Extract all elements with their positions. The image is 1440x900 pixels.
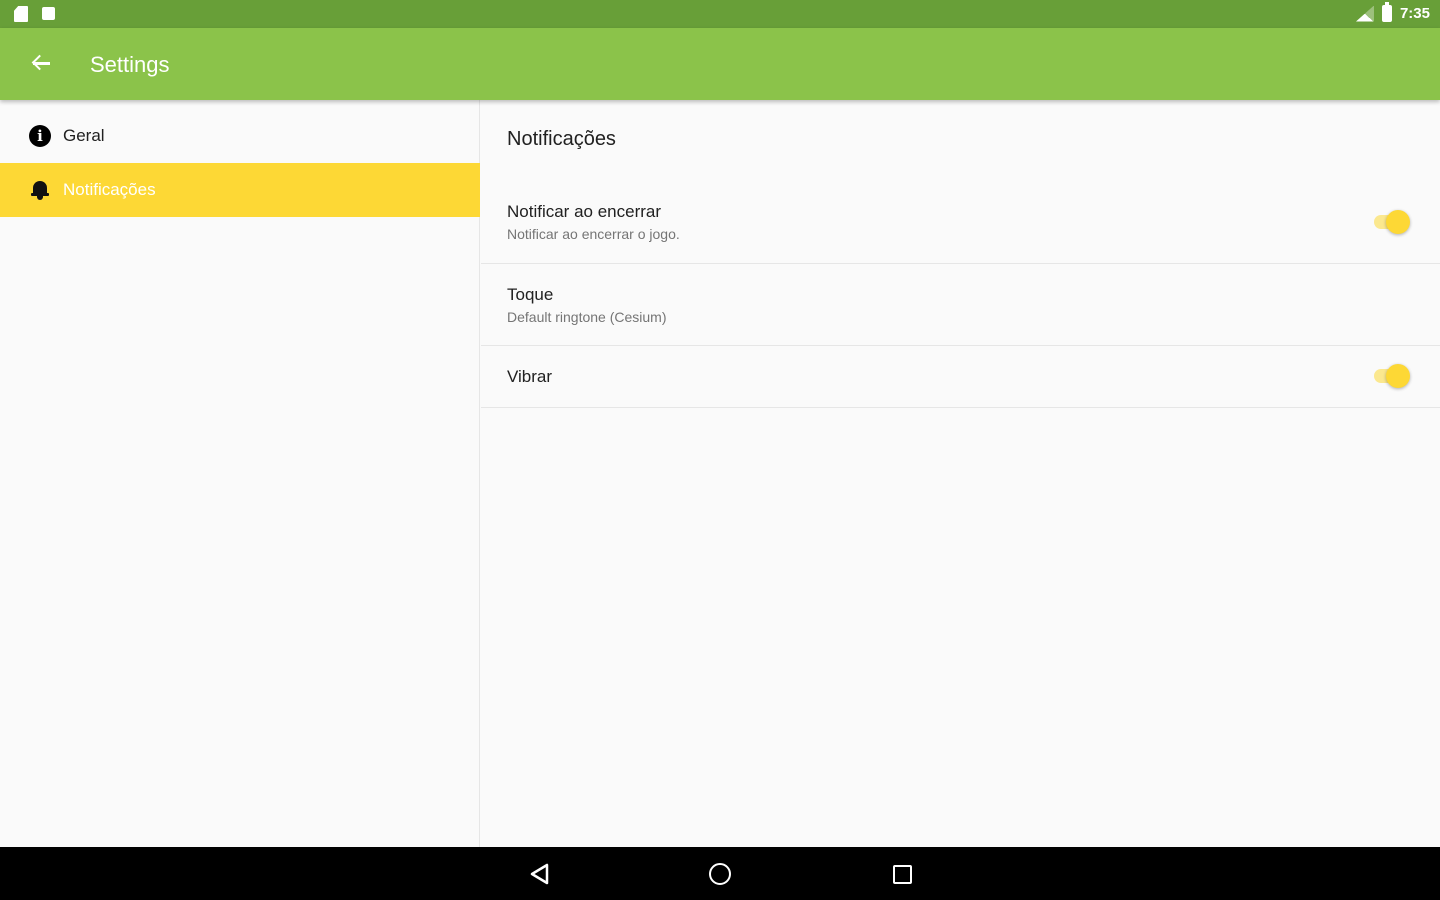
pref-summary: Notificar ao encerrar o jogo.: [507, 226, 680, 242]
pref-vibrate[interactable]: Vibrar: [481, 346, 1440, 408]
system-nav-bar: [0, 847, 1440, 900]
info-icon: i: [29, 125, 51, 147]
signal-icon: [1355, 5, 1374, 22]
nav-back-button[interactable]: [524, 859, 554, 889]
stop-icon: [42, 7, 55, 20]
pref-title: Notificar ao encerrar: [507, 202, 662, 221]
pref-notify-on-end[interactable]: Notificar ao encerrar Notificar ao encer…: [481, 183, 1440, 264]
pref-summary: Default ringtone (Cesium): [507, 309, 667, 325]
sidebar-item-label: Notificações: [63, 180, 156, 199]
settings-sidebar: i Geral Notificações: [0, 100, 480, 847]
nav-recents-icon: [892, 864, 912, 884]
nav-recents-button[interactable]: [887, 859, 917, 889]
arrow-back-icon: [31, 54, 50, 71]
status-right-icons: 7:35: [1355, 2, 1430, 22]
pref-title: Vibrar: [507, 367, 553, 386]
sd-card-icon: [14, 6, 28, 22]
bell-icon: [30, 180, 50, 200]
section-title: Notificações: [507, 128, 616, 150]
sidebar-item-label: Geral: [63, 126, 105, 145]
sidebar-item-geral[interactable]: i Geral: [0, 109, 480, 163]
status-left-icons: [14, 6, 55, 22]
notify-on-end-switch[interactable]: [1372, 209, 1410, 235]
pref-title: Toque: [507, 285, 554, 304]
nav-home-icon: [709, 863, 731, 885]
settings-content: Notificações Notificar ao encerrar Notif…: [481, 100, 1440, 847]
back-button[interactable]: [20, 42, 62, 84]
nav-back-icon: [530, 863, 549, 885]
pref-ringtone[interactable]: Toque Default ringtone (Cesium): [481, 264, 1440, 346]
status-clock: 7:35: [1399, 5, 1430, 22]
page-title: Settings: [90, 52, 170, 77]
battery-icon: [1381, 2, 1392, 22]
nav-home-button[interactable]: [705, 859, 735, 889]
sidebar-item-notificacoes[interactable]: Notificações: [0, 163, 480, 217]
vibrate-switch[interactable]: [1372, 363, 1410, 389]
app-bar: Settings: [0, 28, 1440, 100]
status-bar: 7:35: [0, 0, 1440, 28]
